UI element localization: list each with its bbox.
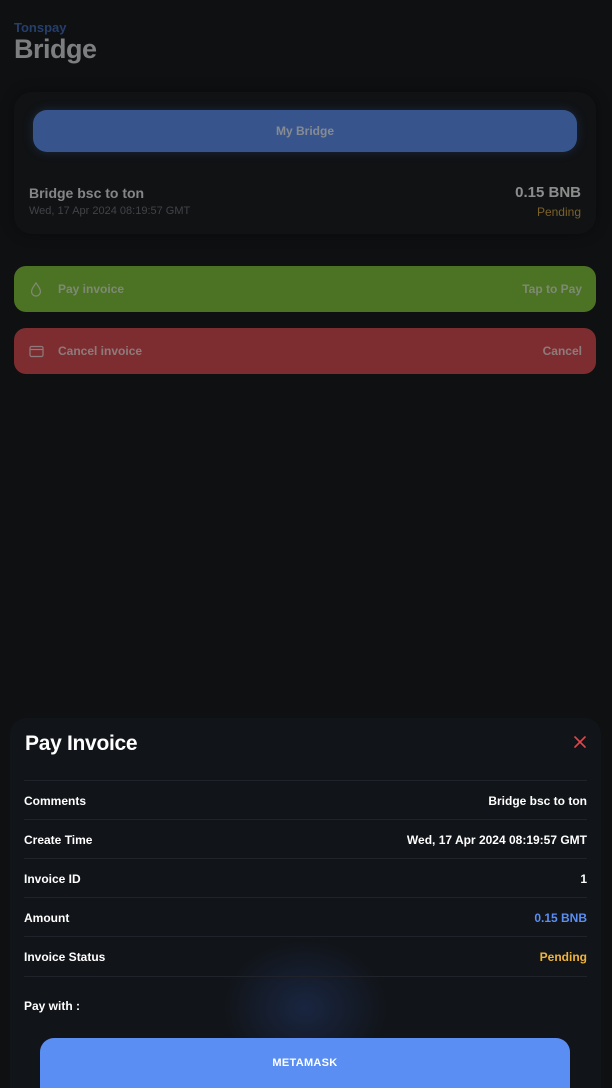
- info-label: Create Time: [24, 832, 93, 847]
- bridge-item-name: Bridge bsc to ton: [29, 185, 145, 201]
- bridge-item-date: Wed, 17 Apr 2024 08:19:57 GMT: [29, 205, 191, 217]
- info-row-amount: Amount 0.15 BNB: [24, 897, 587, 937]
- info-value: 1: [580, 871, 587, 886]
- pay-invoice-sheet: Pay Invoice Comments Bridge bsc to ton C…: [10, 718, 601, 1088]
- pay-with-label: Pay with :: [24, 999, 81, 1013]
- info-row-invoice-id: Invoice ID 1: [24, 858, 587, 898]
- page-title: Bridge: [14, 34, 97, 64]
- bridge-item-status: Pending: [536, 205, 581, 219]
- info-row-comments: Comments Bridge bsc to ton: [24, 780, 587, 820]
- close-icon[interactable]: [573, 735, 587, 749]
- info-label: Amount: [24, 910, 70, 925]
- info-label: Invoice Status: [24, 949, 106, 964]
- cancel-label: Cancel: [542, 344, 582, 358]
- tap-to-pay-label: Tap to Pay: [522, 282, 582, 296]
- info-value: 0.15 BNB: [534, 910, 587, 925]
- info-label: Invoice ID: [24, 871, 81, 886]
- app-name: Tonspay: [14, 20, 67, 35]
- info-value: Wed, 17 Apr 2024 08:19:57 GMT: [406, 832, 587, 847]
- drop-icon: [28, 281, 44, 297]
- pay-invoice-label: Pay invoice: [58, 282, 125, 296]
- info-label: Comments: [24, 793, 87, 808]
- sheet-title: Pay Invoice: [25, 732, 138, 755]
- pay-invoice-button[interactable]: Pay invoice Tap to Pay: [14, 266, 596, 312]
- page: Tonspay Bridge My Bridge Bridge bsc to t…: [0, 0, 612, 1088]
- bridge-item-amount: 0.15 BNB: [515, 184, 581, 201]
- card-icon: [28, 343, 44, 359]
- info-row-invoice-status: Invoice Status Pending: [24, 936, 587, 977]
- info-value: Bridge bsc to ton: [488, 793, 587, 808]
- cancel-invoice-button[interactable]: Cancel invoice Cancel: [14, 328, 596, 374]
- info-row-create-time: Create Time Wed, 17 Apr 2024 08:19:57 GM…: [24, 819, 587, 859]
- cancel-invoice-label: Cancel invoice: [58, 344, 143, 358]
- my-bridge-button[interactable]: My Bridge: [33, 110, 577, 152]
- metamask-button[interactable]: METAMASK: [40, 1038, 570, 1088]
- info-value: Pending: [539, 949, 587, 964]
- bridge-card: My Bridge Bridge bsc to ton Wed, 17 Apr …: [14, 92, 596, 234]
